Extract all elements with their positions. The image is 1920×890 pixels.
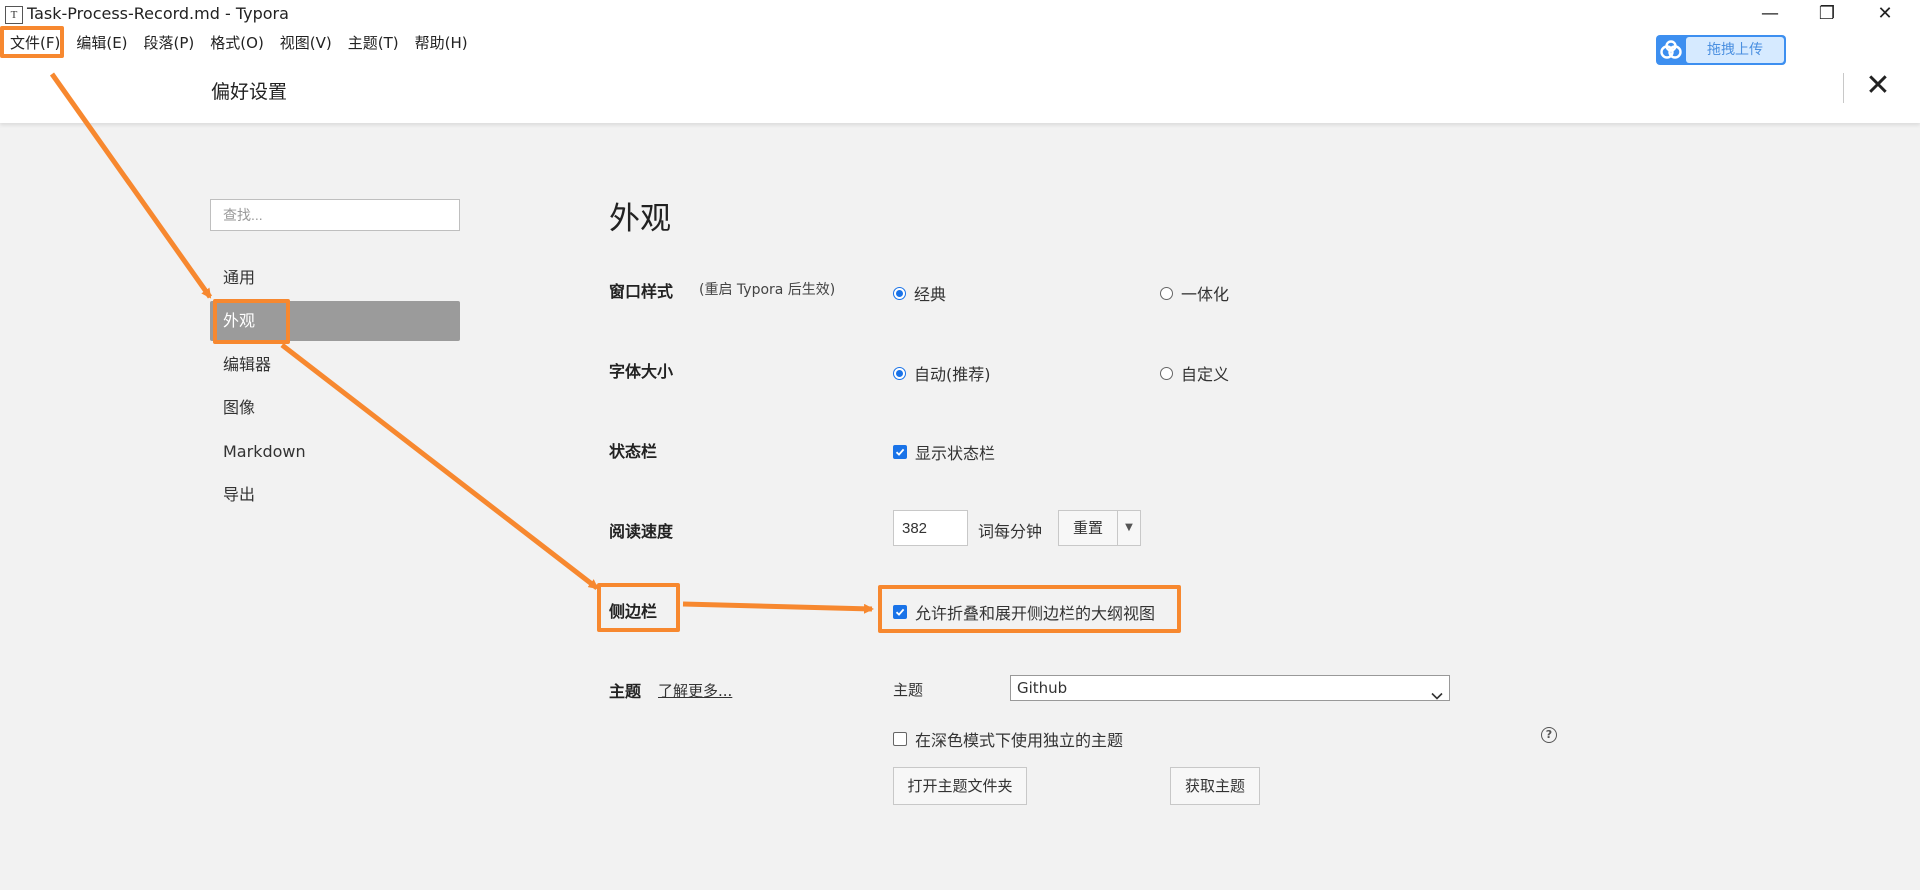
annotation-arrows bbox=[49, 72, 874, 614]
annotation-arrow-3 bbox=[682, 601, 874, 614]
annotation-arrow-1 bbox=[49, 72, 213, 299]
annotation-arrow-2 bbox=[280, 343, 599, 590]
